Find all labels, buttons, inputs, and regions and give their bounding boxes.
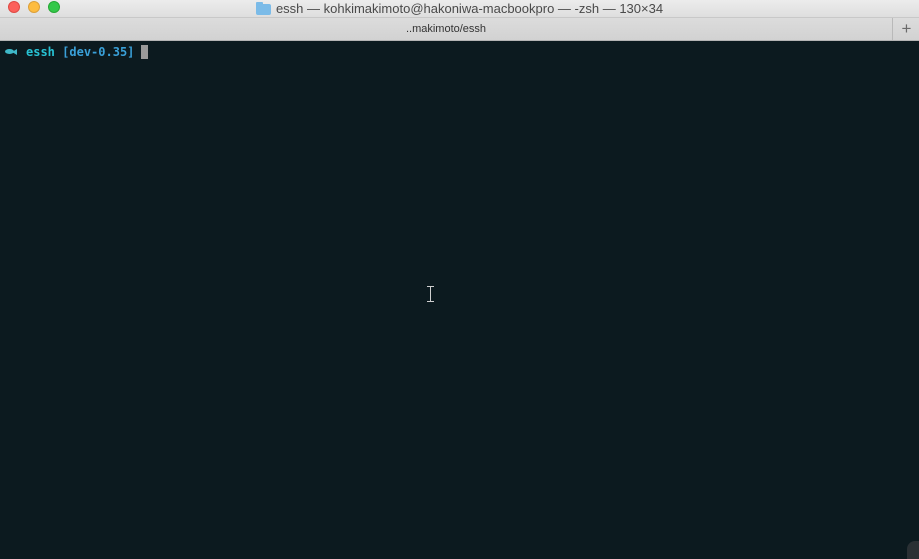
new-tab-button[interactable]: + [894,18,919,40]
terminal-window: essh — kohkimakimoto@hakoniwa-macbookpro… [0,0,919,559]
tab-bar: ..makimoto/essh + [0,18,919,41]
terminal-content[interactable]: essh [dev-0.35] [0,41,919,559]
fish-icon [5,44,17,59]
prompt-line: essh [dev-0.35] [5,44,149,59]
resize-handle[interactable] [907,541,919,559]
title-bar[interactable]: essh — kohkimakimoto@hakoniwa-macbookpro… [0,0,919,18]
ibeam-icon [427,286,434,302]
prompt-git-branch: [dev-0.35] [62,44,135,59]
folder-icon [255,1,271,15]
window-title-group: essh — kohkimakimoto@hakoniwa-macbookpro… [0,0,919,17]
window-title: essh — kohkimakimoto@hakoniwa-macbookpro… [275,1,664,16]
text-cursor [141,44,149,59]
prompt-directory: essh [26,44,55,59]
tab-label: ..makimoto/essh [405,23,487,35]
tab-essh[interactable]: ..makimoto/essh [0,18,893,40]
